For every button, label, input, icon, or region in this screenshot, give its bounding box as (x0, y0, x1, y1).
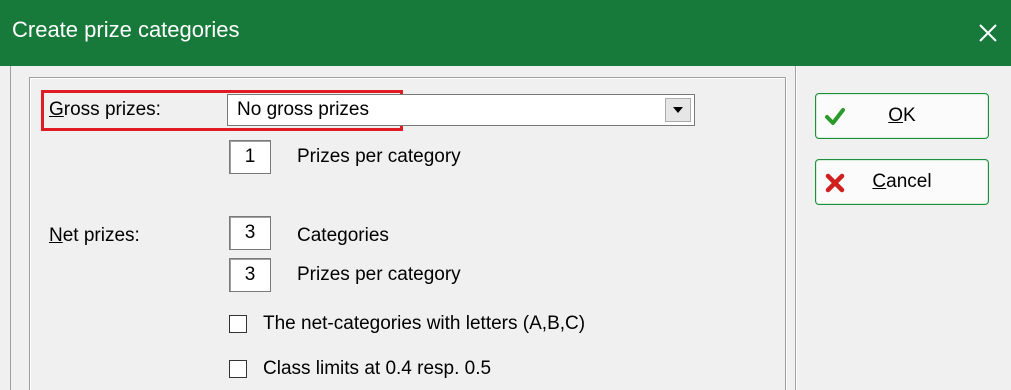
close-button[interactable] (965, 0, 1011, 66)
close-icon (979, 24, 997, 42)
gross-prizes-per-category-label: Prizes per category (297, 146, 461, 167)
cancel-button[interactable]: Cancel (815, 159, 989, 205)
ok-button[interactable]: OK (815, 93, 989, 139)
gross-prizes-select[interactable]: No gross prizes (227, 94, 695, 126)
class-limits-checkbox[interactable] (229, 360, 247, 378)
net-prizes-per-category-input[interactable]: 3 (229, 258, 271, 292)
panel-right-edge-highlight (786, 77, 787, 390)
class-limits-checkbox-label[interactable]: Class limits at 0.4 resp. 0.5 (263, 358, 491, 380)
net-letters-checkbox[interactable] (229, 315, 247, 333)
net-categories-input[interactable]: 3 (229, 216, 271, 250)
button-area-divider-highlight (796, 66, 797, 390)
cancel-button-label: Cancel (872, 171, 932, 192)
net-prizes-label: Net prizes: (49, 225, 140, 246)
net-prizes-per-category-label: Prizes per category (297, 264, 461, 285)
dropdown-arrow-button[interactable] (665, 98, 691, 122)
ok-button-label: OK (888, 105, 916, 126)
dropdown-arrow-icon (673, 107, 683, 113)
panel-top-edge-highlight (30, 78, 786, 79)
net-categories-label: Categories (297, 225, 389, 246)
net-letters-checkbox-label[interactable]: The net-categories with letters (A,B,C) (263, 313, 585, 335)
gross-prizes-label: Gross prizes: (49, 99, 161, 120)
gross-prizes-per-category-input[interactable]: 1 (229, 140, 271, 174)
gross-prizes-select-value: No gross prizes (237, 99, 369, 120)
panel-left-edge-highlight (30, 77, 31, 390)
window-title: Create prize categories (12, 17, 240, 42)
title-bar: Create prize categories (0, 0, 1011, 66)
